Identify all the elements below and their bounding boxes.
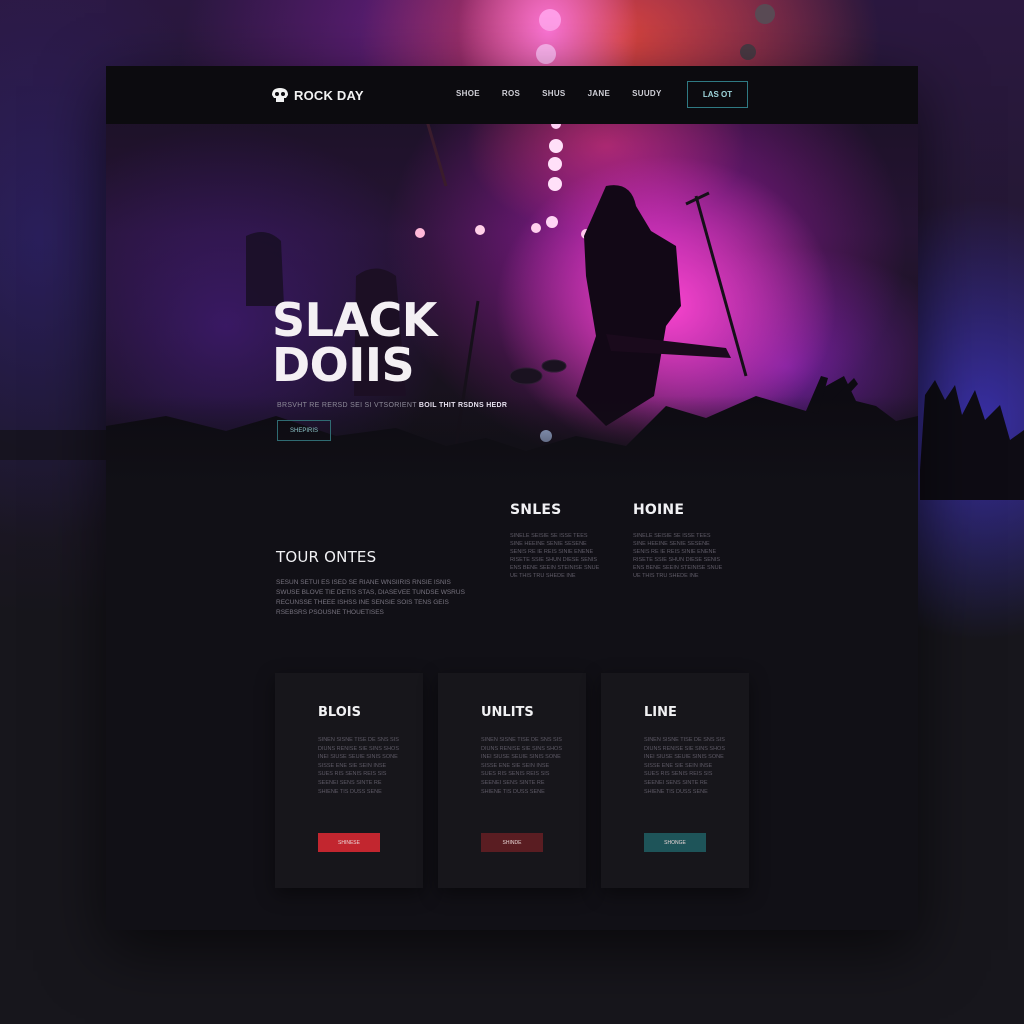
card-button-1[interactable]: SHINESE — [318, 833, 380, 852]
hero-button[interactable]: SHEPIRIS — [277, 420, 331, 441]
feature-card-1: BLOIS SINEN SISNE TISE DE SNS SIS DIUNS … — [275, 673, 423, 888]
top-nav: ROCK DAY SHOE ROS SHUS JANE SUUDY LAS OT — [106, 66, 918, 124]
card-button-2[interactable]: SHINDE — [481, 833, 543, 852]
column-body-2: SINELE SEISIE SE ISSE TEES SINE HEEINE S… — [633, 533, 723, 579]
card-title-2: UNLITS — [481, 705, 534, 720]
tour-dates-body: SESUN SETUI ES ISED SE RIANE WNSIIRIS RN… — [276, 579, 465, 616]
hero-title: SLACK DOIIS — [272, 293, 437, 392]
tour-dates-title: TOUR ONTES — [276, 548, 377, 566]
column-body-1: SINELE SEISIE SE ISSE TEES SINE HEEINE S… — [510, 533, 600, 579]
card-title-3: LINE — [644, 705, 677, 720]
nav-link-2[interactable]: ROS — [502, 89, 520, 98]
nav-link-4[interactable]: JANE — [588, 89, 611, 98]
nav-cta-button[interactable]: LAS OT — [687, 81, 748, 108]
nav-link-5[interactable]: SUUDY — [632, 89, 662, 98]
card-body-3: SINEN SISNE TISE DE SNS SIS DIUNS RENISE… — [644, 737, 725, 795]
hero-section — [106, 66, 918, 486]
brand-name: ROCK DAY — [294, 87, 364, 103]
feature-card-3: LINE SINEN SISNE TISE DE SNS SIS DIUNS R… — [601, 673, 749, 888]
hero-fade-overlay — [106, 396, 918, 486]
nav-links: SHOE ROS SHUS JANE SUUDY — [456, 89, 684, 98]
feature-card-2: UNLITS SINEN SISNE TISE DE SNS SIS DIUNS… — [438, 673, 586, 888]
brand-logo[interactable]: ROCK DAY — [270, 84, 364, 106]
hero-subtitle-bold: BOIL THIT RSDNS HEDR — [418, 402, 508, 409]
hero-subtitle: BRSVHT RE RERSD SEI SI VTSORIENT BOIL TH… — [277, 402, 507, 409]
card-title-1: BLOIS — [318, 705, 361, 720]
website-mockup: ROCK DAY SHOE ROS SHUS JANE SUUDY LAS OT… — [106, 66, 918, 930]
nav-link-3[interactable]: SHUS — [542, 89, 565, 98]
nav-link-1[interactable]: SHOE — [456, 89, 480, 98]
skull-logo-icon — [272, 88, 288, 102]
card-button-3[interactable]: SHONGE — [644, 833, 706, 852]
card-body-2: SINEN SISNE TISE DE SNS SIS DIUNS RENISE… — [481, 737, 562, 795]
column-title-1: SNLES — [510, 502, 562, 518]
column-title-2: HOINE — [633, 502, 685, 518]
hero-subtitle-muted: BRSVHT RE RERSD SEI SI VTSORIENT — [277, 402, 417, 409]
card-body-1: SINEN SISNE TISE DE SNS SIS DIUNS RENISE… — [318, 737, 399, 795]
